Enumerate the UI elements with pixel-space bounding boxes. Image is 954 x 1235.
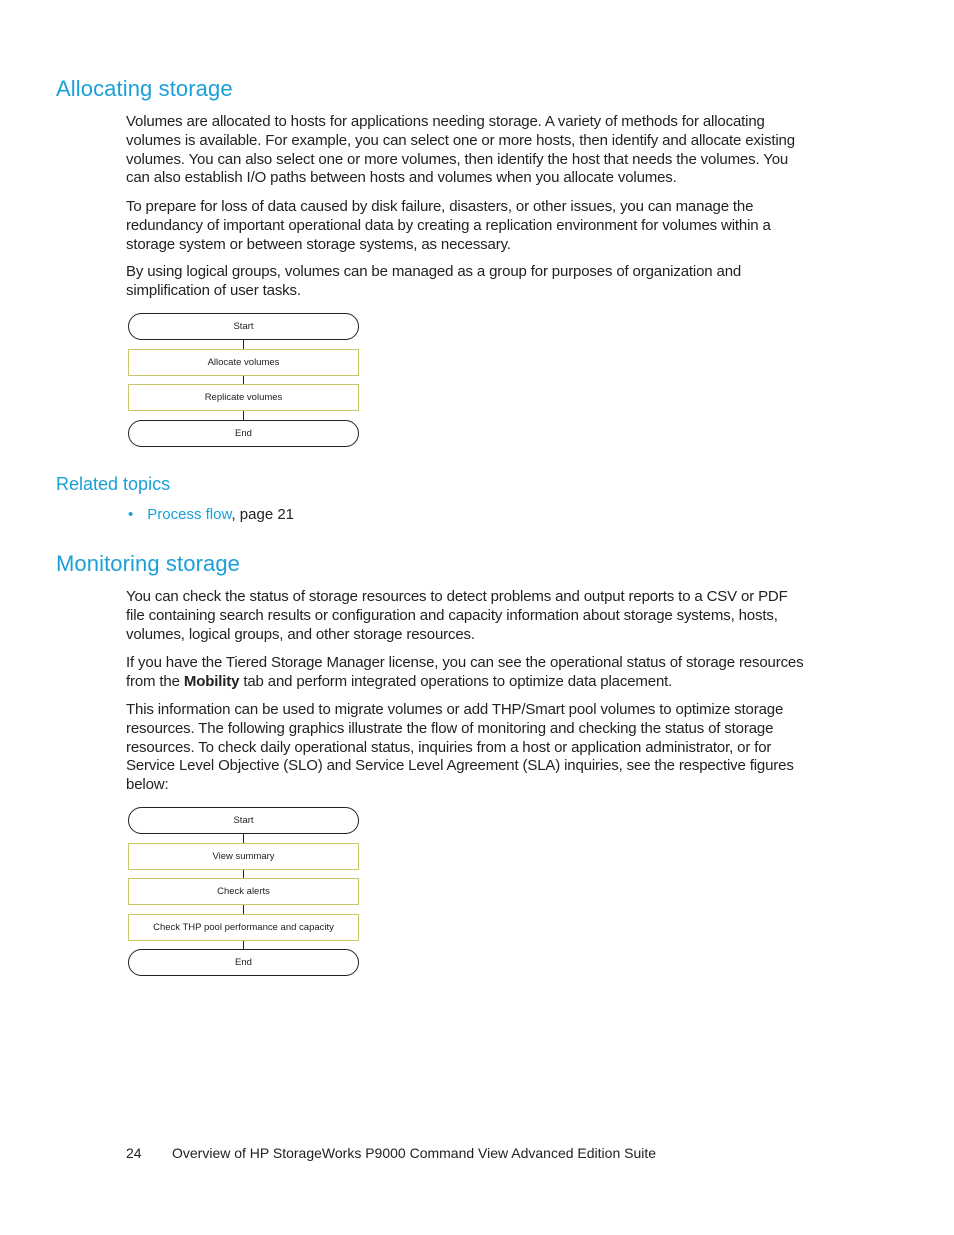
- allocating-flowchart: Start Allocate volumes Replicate volumes…: [128, 313, 361, 448]
- section-title-related-topics: Related topics: [56, 474, 171, 494]
- page-footer: 24 Overview of HP StorageWorks P9000 Comm…: [126, 1145, 656, 1161]
- flow-connector: [243, 376, 245, 384]
- monitoring-paragraph-2: If you have the Tiered Storage Manager l…: [126, 654, 806, 692]
- flow-connector: [243, 905, 245, 914]
- flow-connector: [243, 411, 245, 420]
- monitoring-flowchart: Start View summary Check alerts Check TH…: [128, 807, 361, 978]
- section-title-allocating-storage: Allocating storage: [56, 76, 233, 101]
- mobility-tab-reference: Mobility: [183, 672, 240, 690]
- flow-node-start: Start: [128, 807, 359, 834]
- flow-node-end: End: [128, 949, 359, 976]
- flow-connector: [243, 834, 245, 843]
- related-topic-page-ref: , page 21: [231, 506, 295, 523]
- flow-node-check-thp-pool: Check THP pool performance and capacity: [128, 914, 359, 941]
- monitoring-paragraph-3: This information can be used to migrate …: [126, 701, 794, 794]
- page-number: 24: [126, 1145, 142, 1161]
- monitoring-paragraph-2-text-end: tab and perform integrated operations to…: [239, 672, 673, 690]
- flow-node-end: End: [128, 420, 359, 447]
- flow-connector: [243, 941, 245, 949]
- allocating-paragraph-2: To prepare for loss of data caused by di…: [126, 198, 771, 253]
- section-title-monitoring-storage: Monitoring storage: [56, 551, 241, 576]
- bullet-icon: •: [128, 506, 134, 523]
- flow-node-allocate-volumes: Allocate volumes: [128, 349, 359, 376]
- process-flow-link[interactable]: Process flow: [147, 506, 231, 523]
- allocating-paragraph-3: By using logical groups, volumes can be …: [126, 263, 742, 299]
- flow-node-start: Start: [128, 313, 359, 340]
- document-title: Overview of HP StorageWorks P9000 Comman…: [172, 1145, 657, 1161]
- flow-node-view-summary: View summary: [128, 843, 359, 870]
- flow-node-check-alerts: Check alerts: [128, 878, 359, 905]
- related-topic-item: • Process flow, page 21: [128, 506, 294, 523]
- monitoring-paragraph-1: You can check the status of storage reso…: [126, 588, 788, 643]
- flow-node-replicate-volumes: Replicate volumes: [128, 384, 359, 411]
- allocating-paragraph-1: Volumes are allocated to hosts for appli…: [126, 113, 795, 187]
- flow-connector: [243, 340, 245, 349]
- flow-connector: [243, 870, 245, 878]
